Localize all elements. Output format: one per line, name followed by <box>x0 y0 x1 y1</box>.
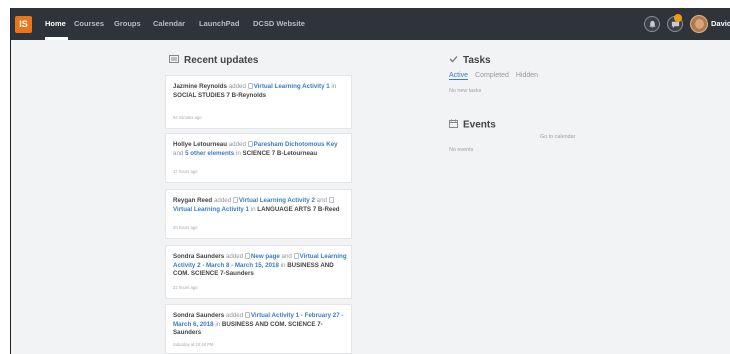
nav-dcsd-website[interactable]: DCSD Website <box>253 8 305 40</box>
tasks-title: Tasks <box>463 55 491 67</box>
update-card: Hollye Letourneau added Paresham Dichoto… <box>165 133 352 183</box>
update-course[interactable]: SCIENCE 7 B-Letourneau <box>243 150 318 157</box>
update-verb: added <box>225 253 244 260</box>
assignment-icon <box>328 197 334 203</box>
update-card: Reygan Reed added Virtual Learning Activ… <box>165 189 352 239</box>
update-course[interactable]: LANGUAGE ARTS 7 B-Reed <box>257 206 339 213</box>
logo-text: IS <box>19 19 28 29</box>
update-card: Jazmine Reynolds added Virtual Learning … <box>165 75 352 129</box>
assignment-icon <box>247 83 253 89</box>
update-time: Saturday at 10:40 PM <box>173 342 214 347</box>
tasks-heading: Tasks <box>449 55 491 66</box>
no-tasks-message: No new tasks <box>449 88 482 94</box>
app-window: IS Home Courses Groups Calendar LaunchPa… <box>10 8 730 354</box>
page-icon <box>244 253 250 259</box>
update-link[interactable]: Virtual Learning Activity 1 <box>254 83 330 90</box>
events-heading: Events <box>449 119 496 131</box>
update-verb: added <box>213 197 232 204</box>
tab-active[interactable]: Active <box>449 72 469 80</box>
screenshot-frame: IS Home Courses Groups Calendar LaunchPa… <box>0 0 730 354</box>
update-link-secondary[interactable]: 5 other elements <box>185 150 234 157</box>
recent-updates-heading: Recent updates <box>169 55 258 66</box>
update-card: Sondra Saunders added Virtual Activity 1… <box>165 304 352 354</box>
document-icon <box>247 141 253 147</box>
update-and: and <box>281 253 292 260</box>
messages-badge <box>674 14 682 22</box>
update-author[interactable]: Hollye Letourneau <box>173 141 227 148</box>
update-link[interactable]: New page <box>251 253 280 260</box>
update-prep: in <box>280 261 286 269</box>
tab-hidden[interactable]: Hidden <box>516 72 538 79</box>
logo-icon[interactable]: IS <box>15 16 32 33</box>
nav-groups[interactable]: Groups <box>114 8 141 40</box>
nav-launchpad[interactable]: LaunchPad <box>199 8 239 40</box>
update-time: 54 minutes ago <box>173 115 202 120</box>
update-verb: added <box>228 83 246 90</box>
user-name[interactable]: David <box>711 8 730 40</box>
recent-updates-title: Recent updates <box>184 55 259 67</box>
update-time: 22 hours ago <box>173 285 198 290</box>
update-text: Sondra Saunders added New page and Virtu… <box>173 253 349 279</box>
top-navigation-bar: IS Home Courses Groups Calendar LaunchPa… <box>11 8 730 40</box>
assignment-icon <box>293 253 299 259</box>
feed-icon <box>169 55 179 66</box>
events-title: Events <box>463 119 496 131</box>
update-link-secondary[interactable]: Virtual Learning Activity 1 <box>173 206 249 213</box>
update-card: Sondra Saunders added New page and Virtu… <box>165 245 352 299</box>
active-tab-indicator <box>45 37 68 40</box>
notifications-bell-icon[interactable] <box>644 16 660 32</box>
update-time: 17 hours ago <box>173 169 198 174</box>
tasks-tabs: Active Completed Hidden <box>449 72 543 80</box>
update-prep: in <box>250 205 256 213</box>
update-link[interactable]: Virtual Learning Activity 2 <box>239 197 315 204</box>
update-time: 20 hours ago <box>173 225 198 230</box>
update-author[interactable]: Sondra Saunders <box>173 253 224 260</box>
update-course[interactable]: SOCIAL STUDIES 7 B-Reynolds <box>173 92 266 99</box>
assignment-icon <box>232 197 238 203</box>
nav-home[interactable]: Home <box>45 8 66 40</box>
update-and: and <box>173 149 184 157</box>
update-text: Jazmine Reynolds added Virtual Learning … <box>173 83 349 100</box>
update-author[interactable]: Jazmine Reynolds <box>173 83 227 90</box>
update-and: and <box>316 197 327 204</box>
assignment-icon <box>244 312 250 318</box>
nav-calendar[interactable]: Calendar <box>153 8 185 40</box>
nav-courses[interactable]: Courses <box>74 8 104 40</box>
update-link[interactable]: Paresham Dichotomous Key <box>254 141 338 148</box>
update-prep: in <box>235 149 241 157</box>
no-events-message: No events <box>449 147 474 153</box>
go-to-calendar-link[interactable]: Go to calendar <box>540 134 575 140</box>
avatar[interactable] <box>690 15 708 33</box>
update-author[interactable]: Reygan Reed <box>173 197 212 204</box>
calendar-icon <box>449 119 458 131</box>
checkmark-icon <box>449 55 458 66</box>
update-author[interactable]: Sondra Saunders <box>173 312 224 319</box>
update-text: Reygan Reed added Virtual Learning Activ… <box>173 197 349 214</box>
tab-completed[interactable]: Completed <box>475 72 509 79</box>
update-prep: in <box>331 83 337 90</box>
update-verb: added <box>225 312 244 319</box>
update-text: Hollye Letourneau added Paresham Dichoto… <box>173 141 349 158</box>
update-verb: added <box>228 141 246 148</box>
update-text: Sondra Saunders added Virtual Activity 1… <box>173 312 349 338</box>
update-prep: in <box>215 320 221 328</box>
